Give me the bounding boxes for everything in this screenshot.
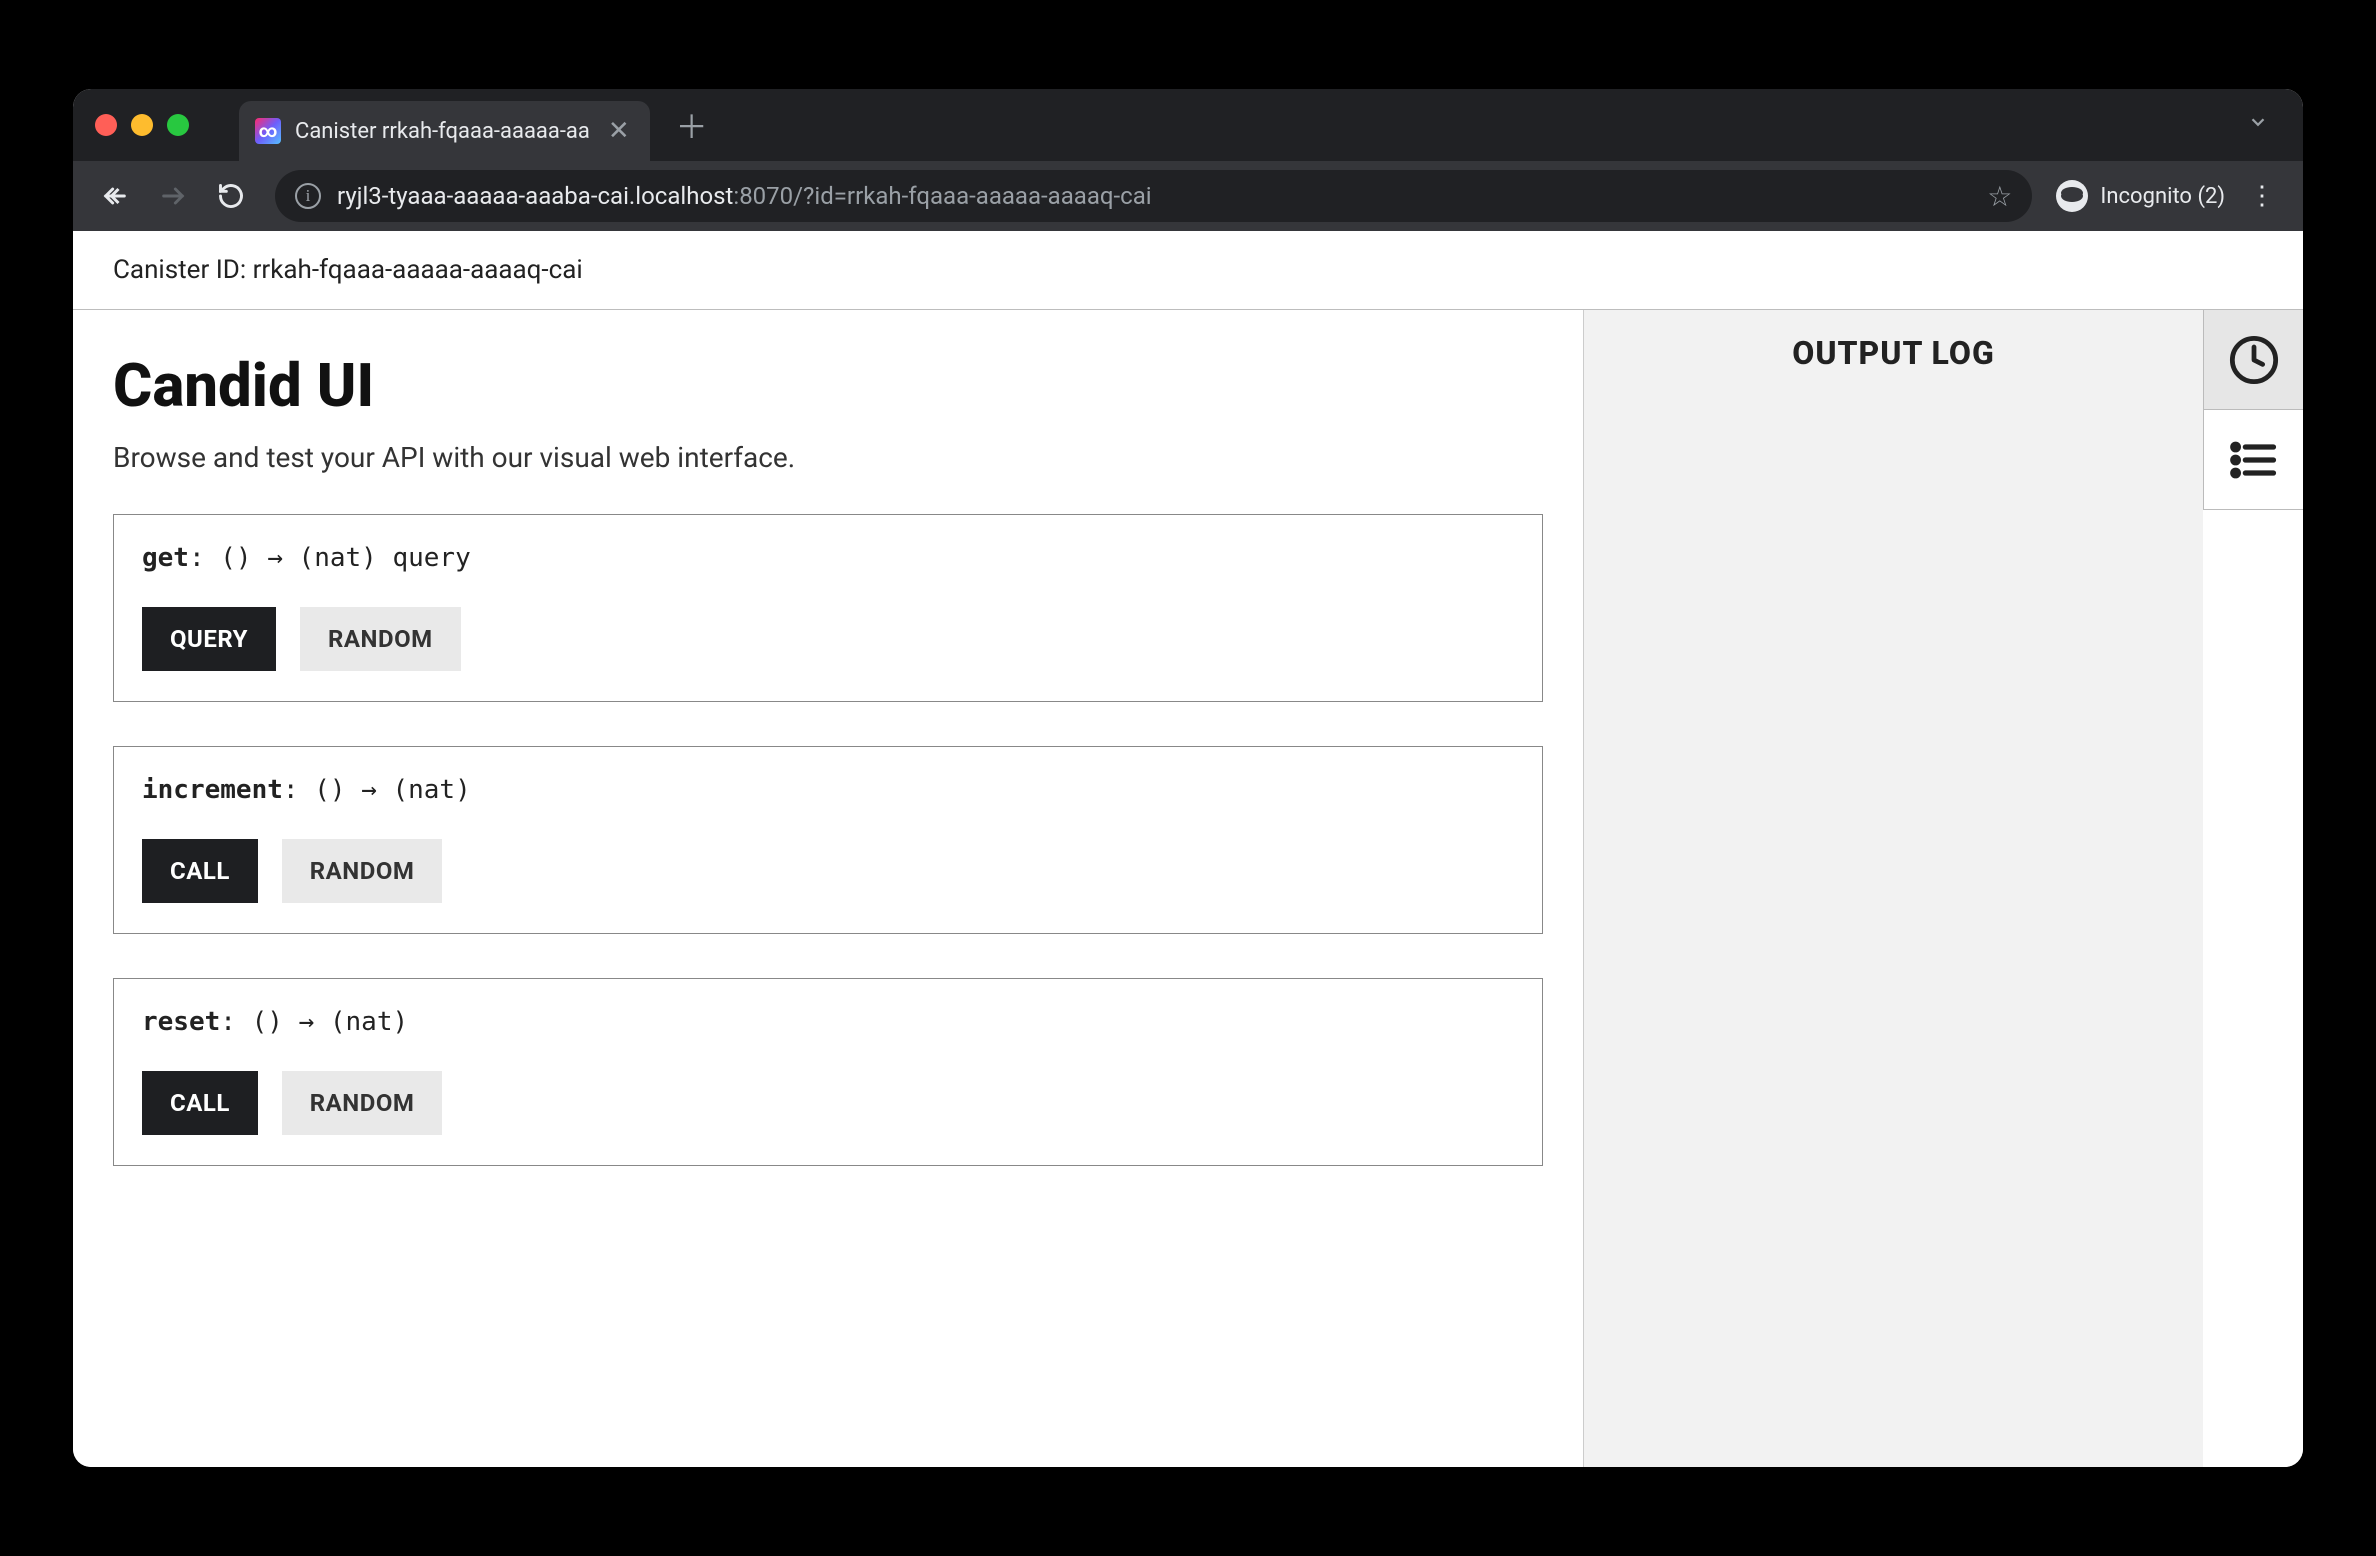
site-info-icon[interactable]: i	[295, 183, 321, 209]
method-name: get	[142, 543, 189, 573]
tabs-dropdown-button[interactable]	[2235, 110, 2281, 140]
close-tab-button[interactable]: ✕	[604, 116, 634, 146]
url-text: ryjl3-tyaaa-aaaaa-aaaba-cai.localhost:80…	[337, 182, 1152, 210]
query-button[interactable]: QUERY	[142, 607, 276, 671]
url-path: /?id=rrkah-fqaaa-aaaaa-aaaaq-cai	[793, 182, 1151, 210]
method-name: increment	[142, 775, 283, 805]
browser-window: Canister rrkah-fqaaa-aaaaa-aa ✕ ＋ i ryjl…	[73, 89, 2303, 1467]
method-sig-rest: : () → (nat)	[283, 775, 471, 805]
new-tab-button[interactable]: ＋	[676, 102, 708, 148]
bookmark-star-icon[interactable]: ☆	[1987, 180, 2012, 213]
methods-list-tab[interactable]	[2203, 410, 2303, 510]
tab-strip: Canister rrkah-fqaaa-aaaaa-aa ✕ ＋	[73, 89, 2303, 161]
url-port: :8070	[733, 182, 793, 210]
browser-menu-button[interactable]: ⋮	[2239, 181, 2285, 211]
method-card-increment: increment: () → (nat) CALL RANDOM	[113, 746, 1543, 934]
side-tabs	[2203, 310, 2303, 1467]
maximize-window-button[interactable]	[167, 114, 189, 136]
clock-icon	[2228, 334, 2280, 386]
reload-button[interactable]	[207, 172, 255, 220]
incognito-indicator[interactable]: Incognito (2)	[2052, 180, 2229, 212]
call-button[interactable]: CALL	[142, 1071, 258, 1135]
minimize-window-button[interactable]	[131, 114, 153, 136]
back-button[interactable]	[91, 172, 139, 220]
url-host: ryjl3-tyaaa-aaaaa-aaaba-cai.localhost	[337, 182, 733, 210]
close-window-button[interactable]	[95, 114, 117, 136]
canister-id-label: Canister ID: rrkah-fqaaa-aaaaa-aaaaq-cai	[113, 255, 583, 285]
random-button[interactable]: RANDOM	[282, 839, 443, 903]
right-column: OUTPUT LOG	[1583, 310, 2303, 1467]
method-sig-rest: : () → (nat) query	[189, 543, 471, 573]
address-bar[interactable]: i ryjl3-tyaaa-aaaaa-aaaba-cai.localhost:…	[275, 170, 2032, 222]
random-button[interactable]: RANDOM	[300, 607, 461, 671]
page-title: Candid UI	[113, 350, 1543, 421]
method-card-reset: reset: () → (nat) CALL RANDOM	[113, 978, 1543, 1166]
favicon-icon	[255, 118, 281, 144]
page-content: Canister ID: rrkah-fqaaa-aaaaa-aaaaq-cai…	[73, 231, 2303, 1467]
window-controls	[95, 114, 189, 136]
incognito-label: Incognito (2)	[2100, 184, 2225, 209]
main-panel: Candid UI Browse and test your API with …	[73, 310, 1583, 1467]
incognito-icon	[2056, 180, 2088, 212]
canister-id-bar: Canister ID: rrkah-fqaaa-aaaaa-aaaaq-cai	[73, 231, 2303, 310]
list-icon	[2228, 434, 2280, 486]
call-button[interactable]: CALL	[142, 839, 258, 903]
method-signature: increment: () → (nat)	[142, 775, 1514, 805]
output-log-panel: OUTPUT LOG	[1583, 310, 2203, 1467]
method-card-get: get: () → (nat) query QUERY RANDOM	[113, 514, 1543, 702]
method-name: reset	[142, 1007, 220, 1037]
method-signature: get: () → (nat) query	[142, 543, 1514, 573]
method-signature: reset: () → (nat)	[142, 1007, 1514, 1037]
output-log-title: OUTPUT LOG	[1792, 334, 1995, 372]
random-button[interactable]: RANDOM	[282, 1071, 443, 1135]
browser-toolbar: i ryjl3-tyaaa-aaaaa-aaaba-cai.localhost:…	[73, 161, 2303, 231]
page-subtitle: Browse and test your API with our visual…	[113, 441, 1543, 474]
forward-button[interactable]	[149, 172, 197, 220]
history-tab[interactable]	[2203, 310, 2303, 410]
tab-title: Canister rrkah-fqaaa-aaaaa-aa	[295, 119, 590, 144]
method-sig-rest: : () → (nat)	[220, 1007, 408, 1037]
browser-tab[interactable]: Canister rrkah-fqaaa-aaaaa-aa ✕	[239, 101, 650, 161]
